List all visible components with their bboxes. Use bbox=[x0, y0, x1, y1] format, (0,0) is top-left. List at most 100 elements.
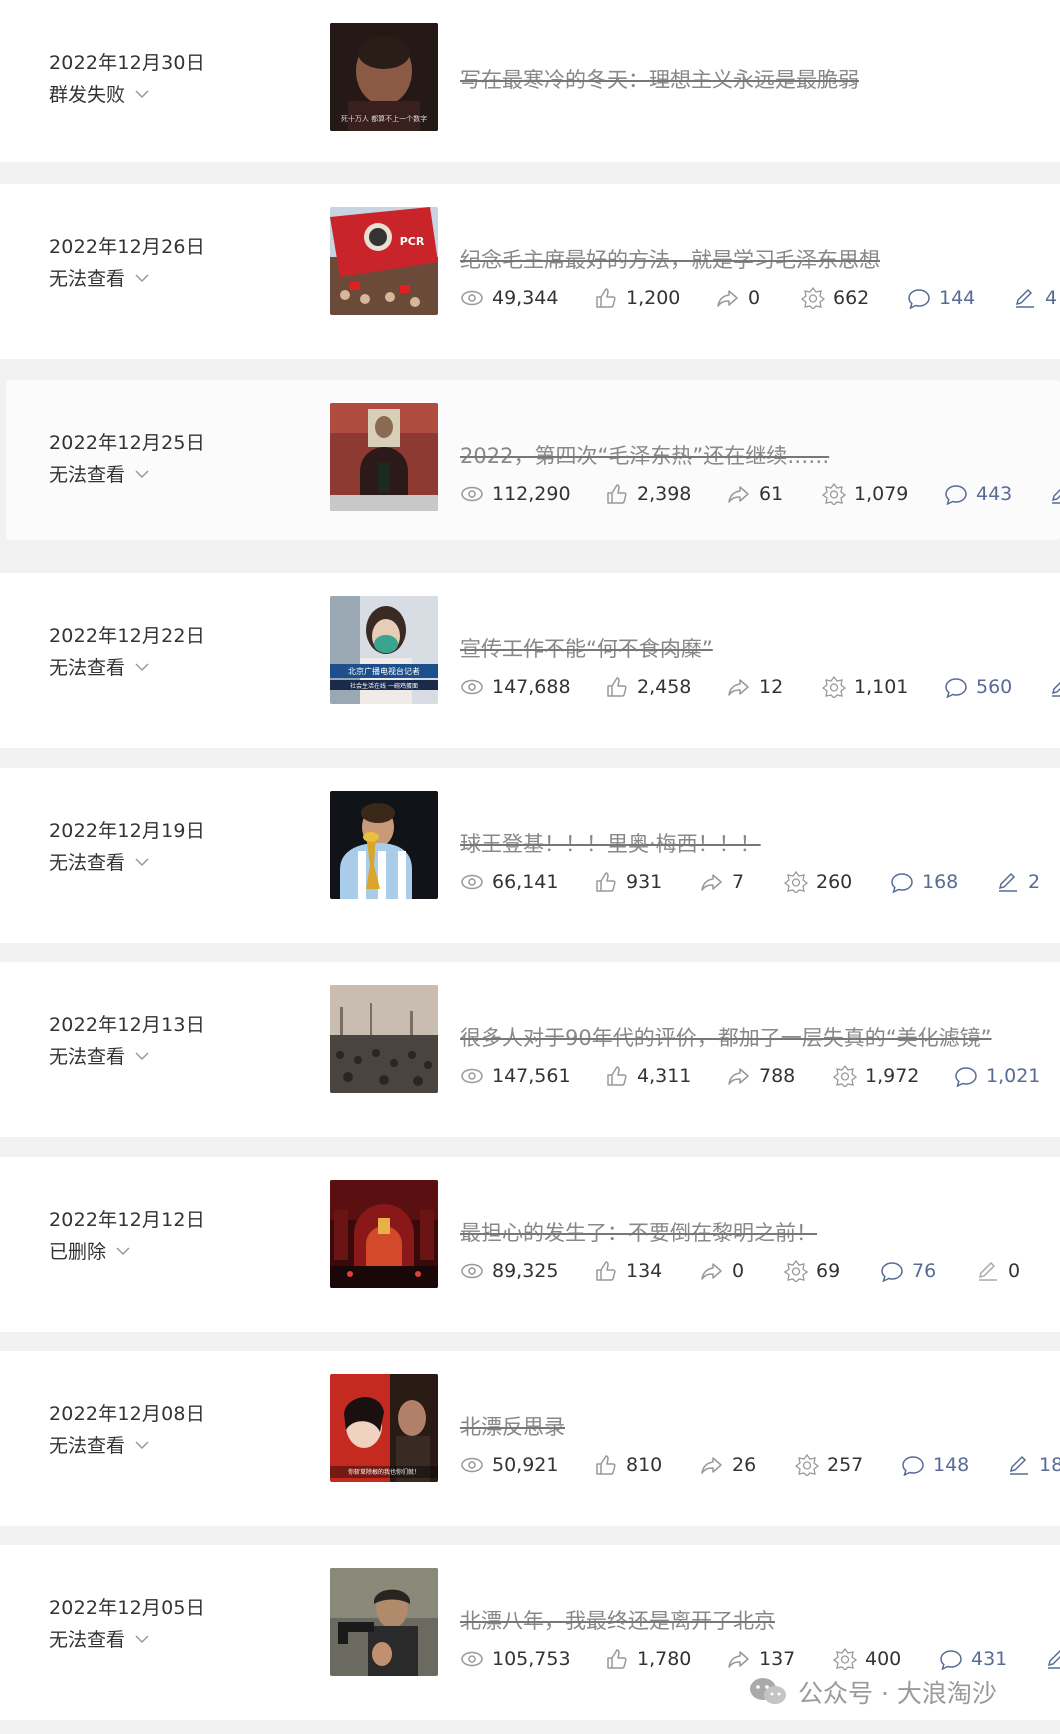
note-count[interactable]: 0 bbox=[976, 1260, 1020, 1282]
comment-count[interactable]: 443 bbox=[944, 483, 1049, 505]
status-dropdown[interactable]: 无法查看 bbox=[49, 460, 149, 487]
wow-icon bbox=[784, 871, 808, 893]
article-title[interactable]: 北漂八年，我最终还是离开了北京 bbox=[460, 1605, 775, 1635]
thumb-caption: PCR bbox=[400, 235, 425, 248]
wechat-watermark: 公众号 · 大浪淘沙 bbox=[748, 1674, 997, 1710]
article-row: 2022年12月19日 无法查看 球王登基！！！里奥·梅西！！！ 66,141 … bbox=[0, 768, 1060, 943]
wow-count: 1,101 bbox=[822, 676, 944, 698]
comment-count[interactable]: 168 bbox=[890, 871, 996, 893]
eye-icon bbox=[461, 486, 483, 502]
stats-bar: 147,688 2,458 12 1,101 560 bbox=[460, 676, 1060, 698]
status-label: 群发失败 bbox=[49, 84, 126, 106]
thumbs-up-icon bbox=[607, 677, 627, 697]
eye-icon bbox=[461, 874, 483, 890]
article-thumbnail[interactable]: PCR bbox=[330, 207, 438, 315]
pen-icon bbox=[1047, 1649, 1060, 1669]
article-thumbnail[interactable]: 你斩草除根的我也你们就！ bbox=[330, 1374, 438, 1482]
wechat-icon bbox=[750, 1678, 786, 1704]
article-row: 2022年12月25日 无法查看 2022，第四次“毛泽东热”还在继续…… 11… bbox=[6, 380, 1060, 540]
share-icon bbox=[728, 1651, 749, 1668]
chevron-down-icon bbox=[135, 273, 149, 282]
status-dropdown[interactable]: 无法查看 bbox=[49, 848, 149, 875]
comment-count[interactable]: 76 bbox=[880, 1260, 976, 1282]
article-thumbnail[interactable]: 北京广播电视台记者 社会生活在线 一碗鸡蛋面 bbox=[330, 596, 438, 704]
article-thumbnail[interactable] bbox=[330, 403, 438, 511]
thumbs-up-icon bbox=[607, 1649, 627, 1669]
wow-icon bbox=[833, 1065, 857, 1087]
publish-date: 2022年12月13日 bbox=[49, 1014, 205, 1036]
thumbs-up-icon bbox=[596, 1261, 616, 1281]
article-title[interactable]: 球王登基！！！里奥·梅西！！！ bbox=[460, 828, 761, 858]
status-dropdown[interactable]: 无法查看 bbox=[49, 653, 149, 680]
wow-icon bbox=[795, 1454, 819, 1476]
thumbs-up-icon bbox=[596, 1455, 616, 1475]
comment-count[interactable]: 148 bbox=[901, 1454, 1007, 1476]
share-count: 0 bbox=[716, 287, 801, 309]
chevron-down-icon bbox=[135, 1440, 149, 1449]
article-title[interactable]: 北漂反思录 bbox=[460, 1411, 565, 1441]
pen-icon bbox=[998, 872, 1017, 892]
article-title[interactable]: 写在最寒冷的冬天：理想主义永远是最脆弱 bbox=[460, 64, 859, 94]
publish-date: 2022年12月25日 bbox=[49, 432, 205, 454]
article-thumbnail[interactable]: 死十万人 都算不上一个数字 bbox=[330, 23, 438, 131]
comment-icon bbox=[945, 678, 967, 698]
comment-count[interactable]: 431 bbox=[939, 1648, 1045, 1670]
like-count: 134 bbox=[594, 1260, 700, 1282]
comment-icon bbox=[945, 485, 967, 505]
status-dropdown[interactable]: 无法查看 bbox=[49, 1042, 149, 1069]
article-thumbnail[interactable] bbox=[330, 791, 438, 899]
note-count[interactable]: 4 bbox=[1013, 287, 1057, 309]
article-title[interactable]: 2022，第四次“毛泽东热”还在继续…… bbox=[460, 440, 829, 470]
stats-bar: 112,290 2,398 61 1,079 443 bbox=[460, 483, 1060, 505]
read-count: 147,561 bbox=[460, 1065, 605, 1087]
wow-count: 69 bbox=[784, 1260, 880, 1282]
chevron-down-icon bbox=[116, 1246, 130, 1255]
comment-count[interactable]: 144 bbox=[907, 287, 1013, 309]
like-count: 1,780 bbox=[605, 1648, 727, 1670]
note-count[interactable] bbox=[1049, 483, 1060, 505]
status-dropdown[interactable]: 群发失败 bbox=[49, 80, 149, 107]
publish-date: 2022年12月05日 bbox=[49, 1597, 205, 1619]
wow-count: 662 bbox=[801, 287, 907, 309]
article-thumbnail[interactable] bbox=[330, 1180, 438, 1288]
publish-date: 2022年12月26日 bbox=[49, 236, 205, 258]
thumb-caption: 你斩草除根的我也你们就！ bbox=[348, 1468, 420, 1476]
read-count: 89,325 bbox=[460, 1260, 594, 1282]
status-dropdown[interactable]: 无法查看 bbox=[49, 264, 149, 291]
status-dropdown[interactable]: 无法查看 bbox=[49, 1431, 149, 1458]
status-dropdown[interactable]: 无法查看 bbox=[49, 1625, 149, 1652]
chevron-down-icon bbox=[135, 662, 149, 671]
like-count: 1,200 bbox=[594, 287, 716, 309]
article-title[interactable]: 很多人对于90年代的评价，都加了一层失真的“美化滤镜” bbox=[460, 1022, 991, 1052]
note-count[interactable] bbox=[1049, 676, 1060, 698]
wow-icon bbox=[784, 1260, 808, 1282]
article-thumbnail[interactable] bbox=[330, 1568, 438, 1676]
comment-count[interactable]: 1,021 bbox=[954, 1065, 1040, 1087]
eye-icon bbox=[461, 290, 483, 306]
note-count[interactable]: 2 bbox=[996, 871, 1040, 893]
article-title[interactable]: 最担心的发生了：不要倒在黎明之前！ bbox=[460, 1217, 817, 1247]
share-count: 137 bbox=[727, 1648, 833, 1670]
share-count: 12 bbox=[727, 676, 822, 698]
note-count[interactable]: 18 bbox=[1007, 1454, 1060, 1476]
stats-bar: 147,561 4,311 788 1,972 1,021 bbox=[460, 1065, 1040, 1087]
article-row: 2022年12月13日 无法查看 很多人对于90年代的评价，都加了一层失真的“美… bbox=[0, 962, 1060, 1137]
stats-bar: 89,325 134 0 69 76 0 bbox=[460, 1260, 1020, 1282]
read-count: 147,688 bbox=[460, 676, 605, 698]
share-icon bbox=[728, 1068, 749, 1085]
article-title[interactable]: 纪念毛主席最好的方法，就是学习毛泽东思想 bbox=[460, 244, 880, 274]
publish-date: 2022年12月12日 bbox=[49, 1209, 205, 1231]
status-label: 无法查看 bbox=[49, 1629, 126, 1651]
chevron-down-icon bbox=[135, 89, 149, 98]
wow-count: 257 bbox=[795, 1454, 901, 1476]
thumbs-up-icon bbox=[596, 872, 616, 892]
wow-count: 1,079 bbox=[822, 483, 944, 505]
chevron-down-icon bbox=[135, 1051, 149, 1060]
article-thumbnail[interactable] bbox=[330, 985, 438, 1093]
status-dropdown[interactable]: 已删除 bbox=[49, 1237, 130, 1264]
note-count[interactable] bbox=[1045, 1648, 1060, 1670]
comment-count[interactable]: 560 bbox=[944, 676, 1049, 698]
article-title[interactable]: 宣传工作不能“何不食肉糜” bbox=[460, 633, 713, 663]
share-icon bbox=[717, 290, 738, 307]
chevron-down-icon bbox=[135, 1634, 149, 1643]
